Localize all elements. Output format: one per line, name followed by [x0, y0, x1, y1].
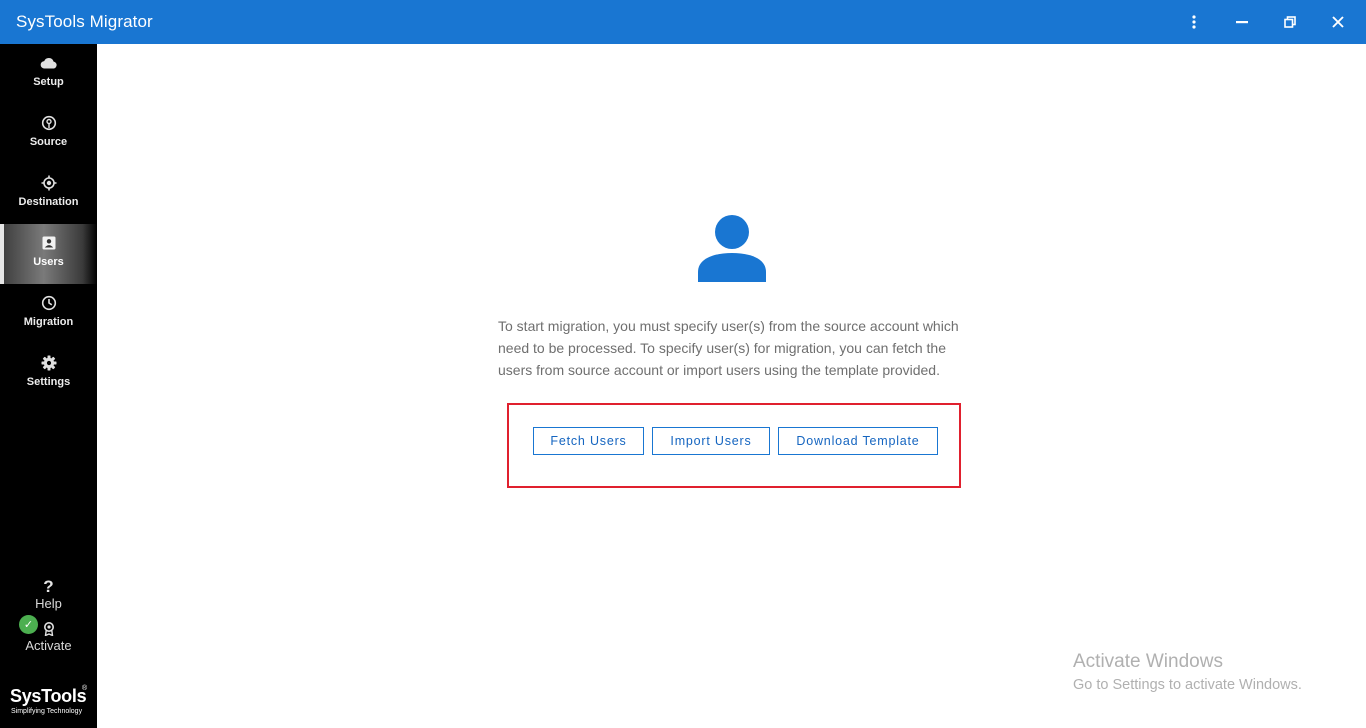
target-icon: [41, 174, 57, 192]
more-vert-icon: [1192, 15, 1196, 29]
more-options-button[interactable]: [1181, 10, 1207, 34]
app-title: SysTools Migrator: [16, 12, 153, 31]
sidebar-item-label: Users: [33, 256, 64, 268]
source-icon: [41, 114, 57, 132]
watermark-subtitle: Go to Settings to activate Windows.: [1073, 677, 1302, 693]
fetch-users-button[interactable]: Fetch Users: [533, 427, 644, 455]
sidebar-item-label: Settings: [26, 376, 71, 388]
activation-watermark: Activate Windows Go to Settings to activ…: [1073, 650, 1302, 696]
minimize-button[interactable]: [1229, 10, 1255, 34]
close-button[interactable]: [1325, 10, 1351, 34]
user-icon: [698, 215, 766, 282]
minimize-icon: [1236, 21, 1248, 24]
sidebar-item-label: Source: [29, 136, 68, 148]
systools-logo: SysTools ® Simplifying Technology: [0, 684, 97, 728]
download-template-button[interactable]: Download Template: [778, 427, 938, 455]
title-bar: SysTools Migrator: [0, 0, 1366, 44]
sidebar-item-setup[interactable]: Setup: [0, 44, 97, 104]
help-label: Help: [35, 596, 62, 611]
sidebar-item-migration[interactable]: Migration: [0, 284, 97, 344]
activate-button[interactable]: Activate: [0, 622, 97, 654]
activate-label: Activate: [25, 638, 72, 653]
instructions-text: To start migration, you must specify use…: [498, 318, 959, 378]
gear-icon: [41, 354, 57, 372]
certificate-icon: [0, 622, 97, 636]
close-icon: [1332, 16, 1344, 28]
sidebar-item-label: Setup: [33, 76, 64, 88]
logo-brand: SysTools: [10, 686, 87, 706]
main-content: [97, 44, 1366, 728]
import-users-button[interactable]: Import Users: [652, 427, 770, 455]
sidebar-item-settings[interactable]: Settings: [0, 344, 97, 404]
logo-registered: ®: [82, 685, 88, 692]
sidebar-item-users[interactable]: Users: [0, 224, 97, 284]
user-card-icon: [42, 234, 56, 252]
cloud-icon: [40, 54, 58, 72]
help-button[interactable]: ? Help: [0, 578, 97, 612]
sidebar-item-source[interactable]: Source: [0, 104, 97, 164]
logo-tagline: Simplifying Technology: [11, 708, 83, 715]
restore-icon: [1284, 16, 1296, 28]
help-icon: ?: [43, 577, 54, 596]
sidebar-item-label: Destination: [18, 196, 79, 208]
sidebar-item-destination[interactable]: Destination: [0, 164, 97, 224]
watermark-title: Activate Windows: [1073, 651, 1223, 672]
restore-button[interactable]: [1277, 10, 1303, 34]
sidebar-item-label: Migration: [23, 316, 74, 328]
clock-icon: [41, 294, 57, 312]
